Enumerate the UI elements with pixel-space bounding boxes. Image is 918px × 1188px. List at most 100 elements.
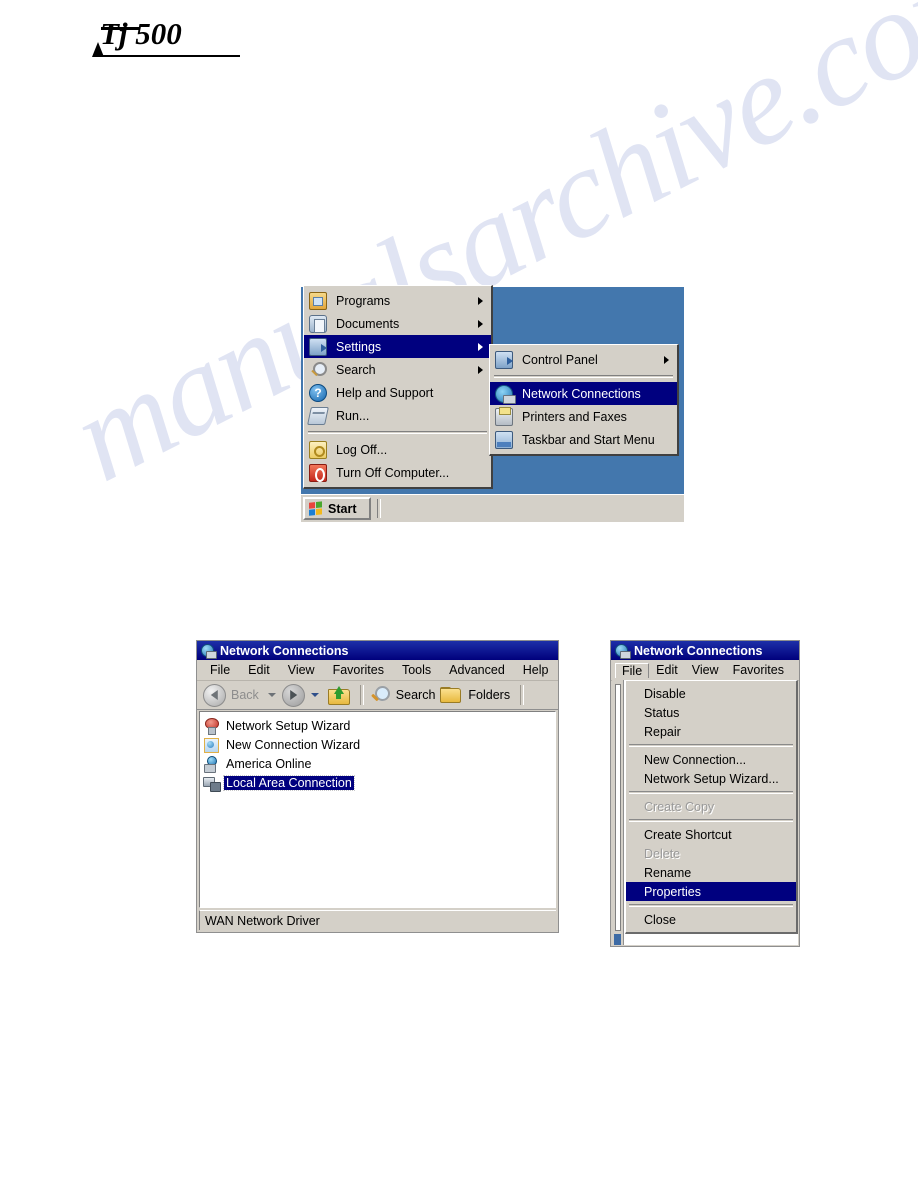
submenu-item-control-panel[interactable]: Control Panel [490, 348, 677, 371]
start-menu-item-label: Run... [336, 408, 370, 423]
up-folder-icon[interactable] [327, 685, 350, 705]
network-connections-icon [495, 384, 516, 404]
start-menu-panel: Programs Documents Settings Search Help [303, 285, 493, 489]
start-menu-item-label: Programs [336, 293, 391, 308]
taskbar-icon [495, 430, 513, 449]
file-menu-item-repair[interactable]: Repair [626, 722, 796, 741]
network-connections-icon [201, 643, 217, 659]
logo-label: Tj 500 [100, 16, 182, 51]
list-item-selected[interactable]: Local Area Connection [203, 773, 555, 792]
document-page: manualsarchive.com Tj 500 Start Programs [0, 0, 918, 1188]
scroll-track[interactable] [615, 684, 621, 931]
menu-favorites[interactable]: Favorites [324, 662, 393, 678]
chevron-right-icon [478, 342, 483, 351]
menu-file[interactable]: File [201, 662, 239, 678]
programs-icon [309, 291, 327, 310]
back-button-label: Back [231, 688, 259, 702]
back-dropdown-icon[interactable] [267, 693, 276, 697]
file-menu-item-create-copy: Create Copy [644, 799, 715, 814]
toolbar-separator-end [520, 685, 525, 705]
file-menu-item-status[interactable]: Status [626, 703, 796, 722]
toolbar-separator [359, 685, 364, 705]
submenu-item-label: Control Panel [522, 352, 598, 367]
start-menu-item-documents[interactable]: Documents [304, 312, 491, 335]
file-menu-item-properties[interactable]: Properties [626, 882, 796, 901]
file-menu-item-create-shortcut[interactable]: Create Shortcut [626, 825, 796, 844]
start-menu-figure: Start Programs Documents Settings Search… [301, 285, 684, 522]
menu-tools[interactable]: Tools [393, 662, 440, 678]
start-menu-item-programs[interactable]: Programs [304, 289, 491, 312]
list-item-label: Network Setup Wizard [226, 718, 351, 733]
menu-bar: File Edit View Favorites Tools Advanced … [197, 660, 558, 681]
submenu-item-printers-and-faxes[interactable]: Printers and Faxes [490, 405, 677, 428]
start-menu-item-turn-off-computer[interactable]: Turn Off Computer... [304, 461, 491, 484]
menu-advanced[interactable]: Advanced [440, 662, 514, 678]
start-button[interactable]: Start [303, 497, 371, 520]
documents-icon [309, 314, 327, 333]
menu-view[interactable]: View [279, 662, 324, 678]
chevron-right-icon [478, 296, 483, 305]
shutdown-icon [309, 463, 327, 482]
settings-icon [309, 337, 327, 356]
status-bar-text: WAN Network Driver [205, 913, 320, 928]
window-titlebar: Network Connections [197, 641, 558, 660]
logo-underline-decoration [96, 55, 240, 57]
start-menu-item-label: Documents [336, 316, 400, 331]
file-menu-separator [629, 904, 793, 907]
list-item[interactable]: New Connection Wizard [203, 735, 555, 754]
window-title: Network Connections [220, 643, 349, 658]
search-icon[interactable] [370, 686, 390, 704]
search-button-label[interactable]: Search [396, 688, 436, 702]
list-item[interactable]: Network Setup Wizard [203, 716, 555, 735]
submenu-item-network-connections[interactable]: Network Connections [490, 382, 677, 405]
control-panel-icon [495, 350, 513, 369]
start-menu-item-help-and-support[interactable]: Help and Support [304, 381, 491, 404]
file-menu-item-close[interactable]: Close [626, 910, 796, 929]
run-icon [307, 406, 329, 425]
start-menu-item-label: Settings [336, 339, 382, 354]
start-menu-item-label: Log Off... [336, 442, 388, 457]
folders-button-label[interactable]: Folders [468, 688, 510, 702]
help-icon [309, 383, 327, 402]
product-logo: Tj 500 [92, 16, 242, 62]
back-button[interactable] [203, 683, 226, 707]
list-item[interactable]: America Online [203, 754, 555, 773]
taskbar-separator [377, 499, 381, 518]
start-menu-item-run[interactable]: Run... [304, 404, 491, 427]
start-menu-item-settings[interactable]: Settings [304, 335, 491, 358]
menu-view[interactable]: View [685, 662, 726, 678]
status-bar: WAN Network Driver [199, 910, 556, 930]
start-menu-item-log-off[interactable]: Log Off... [304, 438, 491, 461]
start-menu-item-search[interactable]: Search [304, 358, 491, 381]
windows-flag-icon [309, 500, 324, 517]
file-menu-item-rename[interactable]: Rename [626, 863, 796, 882]
file-menu-item-delete: Delete [644, 846, 681, 861]
connections-list: Network Setup Wizard New Connection Wiza… [199, 711, 556, 908]
chevron-right-icon [478, 365, 483, 374]
start-menu-item-label: Help and Support [336, 385, 434, 400]
submenu-item-taskbar-and-start-menu[interactable]: Taskbar and Start Menu [490, 428, 677, 451]
america-online-icon [203, 755, 219, 773]
file-menu-item-disable[interactable]: Disable [626, 684, 796, 703]
forward-button[interactable] [281, 683, 305, 707]
menu-file[interactable]: File [615, 662, 650, 678]
printer-icon [495, 406, 513, 426]
file-menu-item-new-connection[interactable]: New Connection... [626, 750, 796, 769]
menu-edit[interactable]: Edit [649, 662, 685, 678]
menu-bar: File Edit View Favorites [611, 660, 799, 681]
menu-favorites[interactable]: Favorites [726, 662, 791, 678]
submenu-item-label: Printers and Faxes [522, 409, 627, 424]
folders-icon[interactable] [440, 687, 462, 703]
forward-dropdown-icon[interactable] [310, 693, 319, 697]
search-icon [309, 361, 327, 379]
file-dropdown-menu: Disable Status Repair New Connection... … [625, 680, 798, 934]
menu-edit[interactable]: Edit [239, 662, 279, 678]
file-menu-separator [629, 744, 793, 747]
submenu-item-label: Network Connections [522, 386, 641, 401]
file-menu-item-network-setup-wizard[interactable]: Network Setup Wizard... [626, 769, 796, 788]
file-menu-separator [629, 791, 793, 794]
chevron-right-icon [478, 319, 483, 328]
list-item-label: America Online [226, 756, 312, 771]
toolbar: Back Search Folders [197, 681, 558, 710]
menu-help[interactable]: Help [514, 662, 558, 678]
